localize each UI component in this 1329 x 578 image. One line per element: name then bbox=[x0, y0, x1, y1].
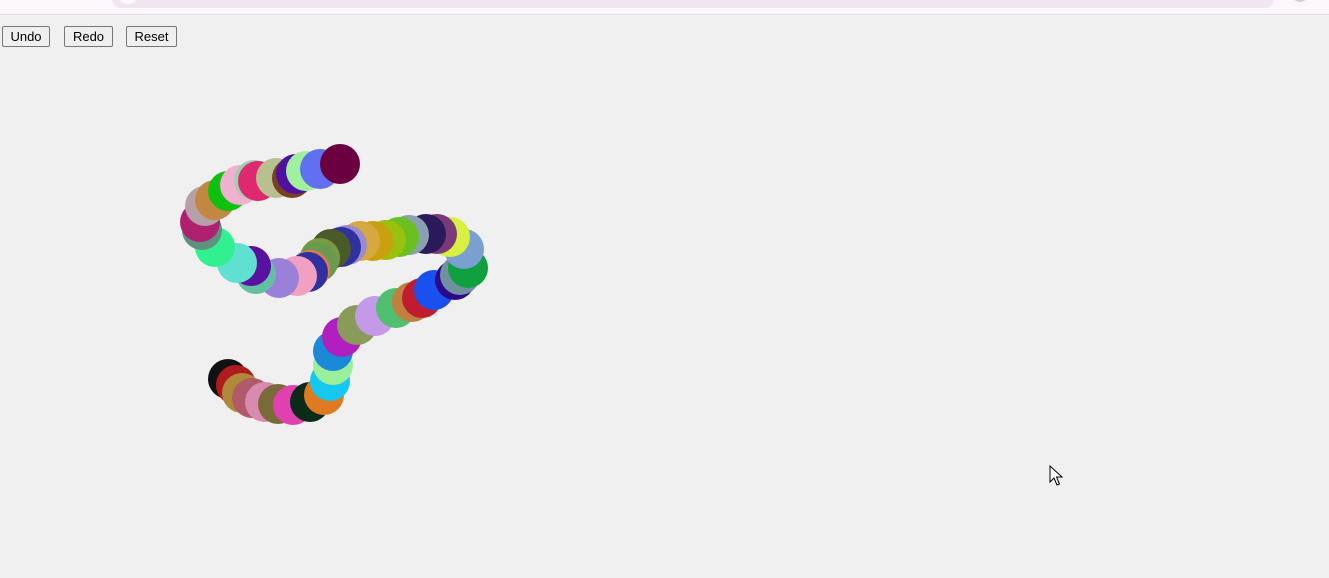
stroke-dot bbox=[320, 144, 360, 184]
redo-button[interactable]: Redo bbox=[64, 26, 113, 47]
mouse-pointer-icon bbox=[1049, 465, 1063, 486]
drawing-canvas[interactable] bbox=[0, 56, 1329, 578]
address-bar[interactable] bbox=[112, 0, 1274, 8]
reset-button[interactable]: Reset bbox=[126, 26, 177, 47]
browser-topbar bbox=[0, 0, 1329, 15]
profile-icon[interactable] bbox=[1292, 0, 1308, 2]
undo-button[interactable]: Undo bbox=[2, 26, 50, 47]
